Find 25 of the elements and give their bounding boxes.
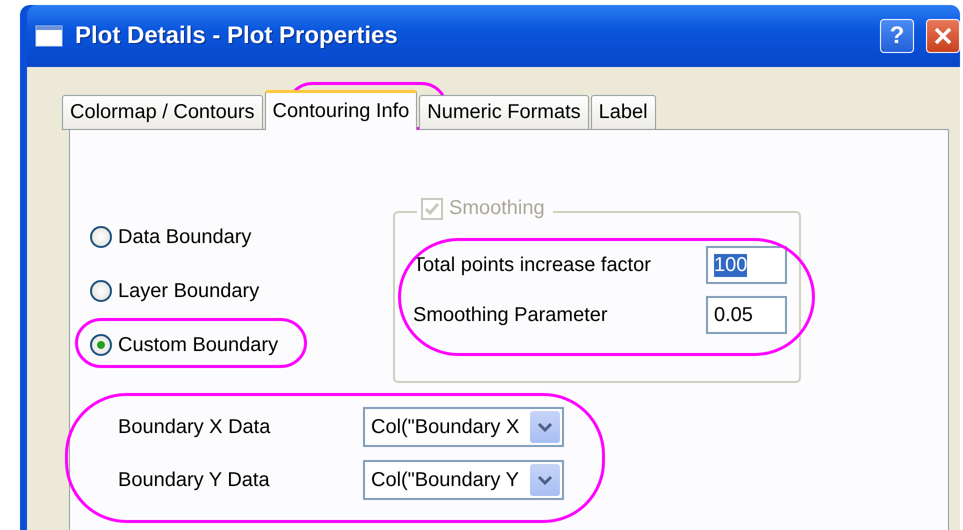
- window-title: Plot Details - Plot Properties: [75, 22, 399, 50]
- chevron-down-icon: [537, 475, 553, 485]
- tab[interactable]: Numeric Formats: [419, 95, 589, 130]
- radio-label: Layer Boundary: [118, 280, 260, 302]
- field-label: Boundary X Data: [118, 416, 272, 438]
- field-label: Boundary Y Data: [118, 468, 271, 492]
- tab[interactable]: Colormap / Contours: [62, 95, 263, 130]
- checkbox-label: Smoothing: [449, 197, 545, 220]
- radio-button[interactable]: [90, 226, 112, 248]
- tab[interactable]: Label: [590, 95, 656, 130]
- field-label: Total points increase factor: [413, 254, 651, 276]
- radio-label: Custom Boundary: [118, 334, 278, 356]
- tab[interactable]: Contouring Info: [264, 90, 418, 130]
- radio-label: Data Boundary: [118, 226, 252, 248]
- dropdown[interactable]: Col("Boundary Y: [363, 460, 564, 500]
- help-button[interactable]: ?: [880, 19, 914, 53]
- close-button[interactable]: [926, 19, 960, 53]
- dropdown[interactable]: Col("Boundary X: [363, 407, 564, 447]
- check-icon: [424, 202, 440, 216]
- field-label: Smoothing Parameter: [413, 304, 608, 326]
- chevron-down-icon: [537, 422, 553, 432]
- close-icon: [933, 26, 953, 46]
- radio-button[interactable]: [90, 280, 112, 302]
- window-icon: [35, 25, 63, 47]
- radio-button[interactable]: [90, 334, 112, 356]
